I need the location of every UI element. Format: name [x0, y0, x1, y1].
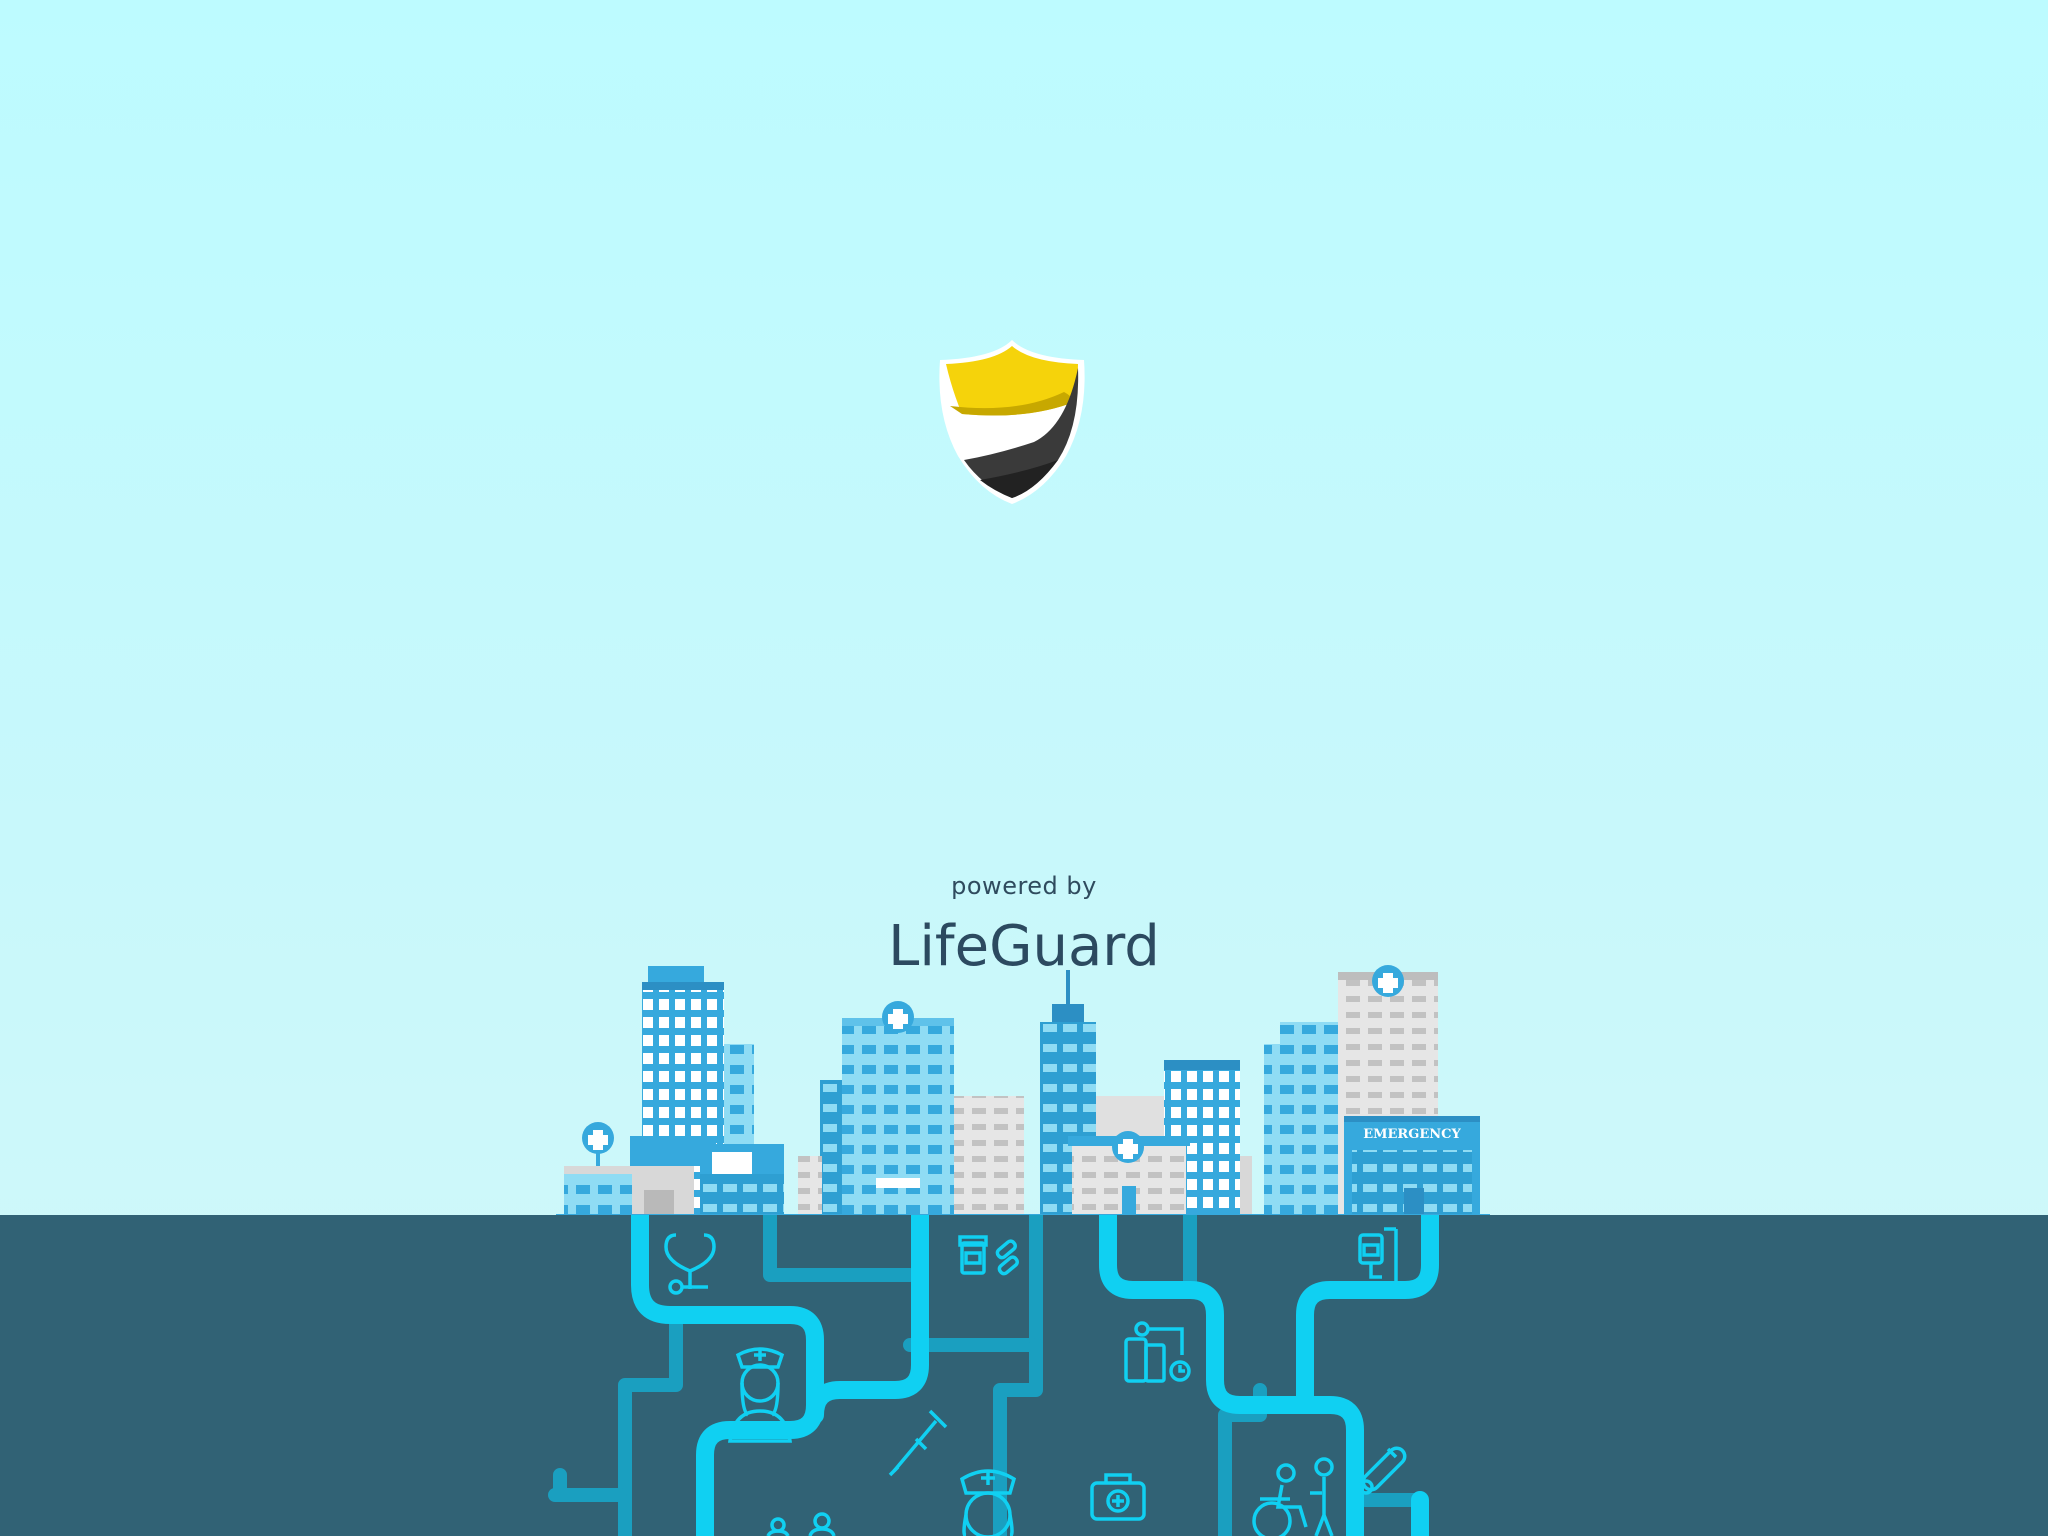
first-aid-kit-icon: [1090, 1473, 1146, 1521]
app-logo-shield-icon: [939, 340, 1085, 504]
powered-by-label: powered by: [951, 872, 1097, 900]
city-skyline-illustration: EMERGENCY: [556, 965, 1490, 1220]
doctors-icon: [766, 1512, 836, 1536]
stethoscope-icon: [664, 1233, 716, 1295]
building-emergency: EMERGENCY: [1344, 1116, 1480, 1214]
building-hospital-center-left: [798, 1001, 1024, 1214]
medical-pipes-illustration: [548, 1215, 1439, 1536]
blood-pressure-monitor-icon: [1124, 1321, 1191, 1383]
emergency-sign: EMERGENCY: [1363, 1127, 1461, 1142]
wheelchair-icon: [1252, 1457, 1334, 1536]
iv-drip-icon: [1358, 1227, 1398, 1287]
thermometer-icon: [1358, 1446, 1407, 1495]
pill-bottle-icon: [958, 1235, 1019, 1276]
crutch-icon: [888, 1409, 948, 1477]
